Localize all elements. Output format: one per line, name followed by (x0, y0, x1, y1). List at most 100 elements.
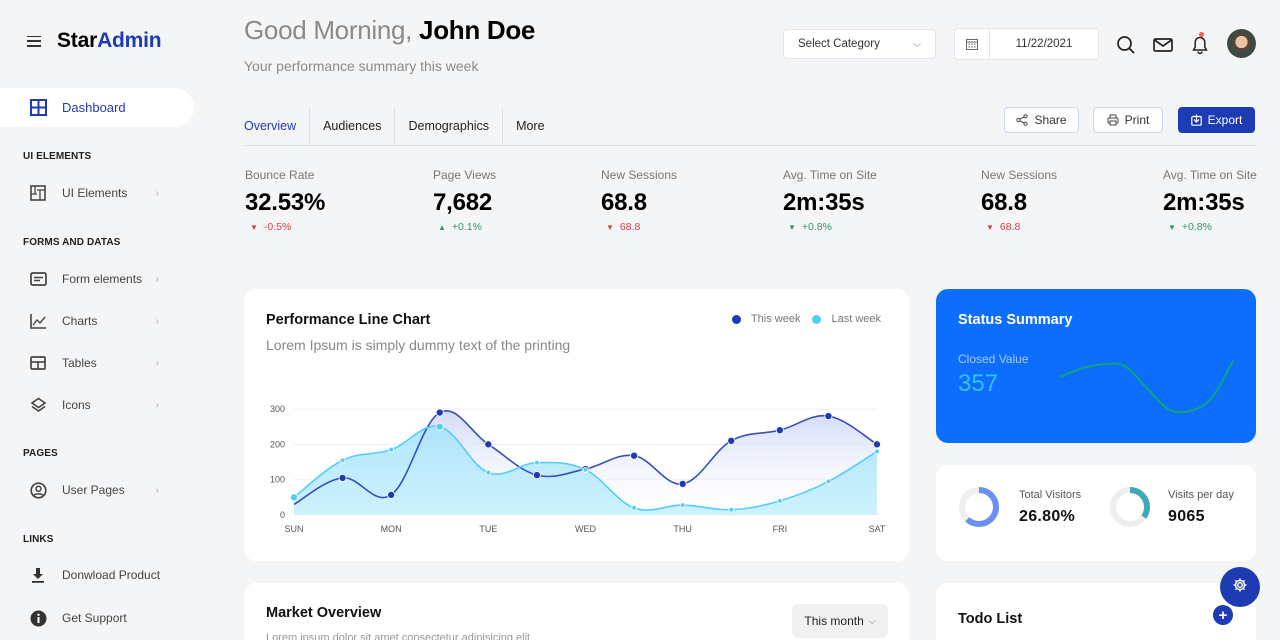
sidebar-item-label: Icons (62, 398, 156, 412)
user-circle-icon (29, 481, 47, 499)
data-point[interactable] (340, 458, 345, 463)
card-subtitle: Lorem ipsum dolor sit amet consectetur a… (266, 632, 530, 640)
sidebar-item-icons[interactable]: Icons › (29, 393, 179, 417)
tab-audiences[interactable]: Audiences (310, 107, 395, 145)
data-point[interactable] (389, 447, 394, 452)
section-title-pages: PAGES (23, 448, 58, 459)
tab-more[interactable]: More (503, 107, 557, 145)
data-point[interactable] (535, 460, 540, 465)
sidebar-item-label: Tables (62, 356, 156, 370)
tab-overview[interactable]: Overview (244, 107, 310, 145)
chevron-down-icon: ⌵ (869, 616, 876, 627)
info-icon (29, 609, 47, 627)
data-point[interactable] (777, 498, 782, 503)
add-todo-button[interactable]: + (1213, 605, 1233, 625)
export-button[interactable]: Export (1178, 107, 1255, 133)
gear-icon (1232, 577, 1248, 598)
x-tick-label: SUN (284, 524, 303, 534)
section-title-forms: FORMS AND DATAS (23, 237, 120, 248)
market-overview-card: Market Overview Lorem ipsum dolor sit am… (244, 583, 909, 640)
tab-demographics[interactable]: Demographics (395, 107, 503, 145)
sidebar-item-label: Donwload Product (62, 568, 179, 582)
visits-per-day: Visits per day 9065 (1168, 489, 1234, 526)
data-point[interactable] (630, 452, 637, 459)
printer-icon (1107, 114, 1119, 126)
bell-icon[interactable] (1190, 35, 1210, 55)
chevron-right-icon: › (156, 188, 159, 199)
chevron-right-icon: › (156, 274, 159, 285)
sidebar-item-tables[interactable]: Tables › (29, 351, 179, 375)
sidebar-item-user-pages[interactable]: User Pages › (29, 478, 179, 502)
sidebar-item-charts[interactable]: Charts › (29, 309, 179, 333)
data-point[interactable] (290, 494, 297, 501)
calendar-icon[interactable] (955, 29, 990, 59)
data-point[interactable] (776, 427, 783, 434)
period-dropdown[interactable]: This month ⌵ (792, 604, 888, 638)
search-icon[interactable] (1116, 35, 1136, 55)
performance-line-chart: 0100200300SUNMONTUEWEDTHUFRISAT (244, 289, 909, 561)
chevron-right-icon: › (156, 400, 159, 411)
settings-fab[interactable] (1220, 567, 1260, 607)
x-tick-label: WED (575, 524, 596, 534)
share-icon (1016, 114, 1028, 126)
visitors-card: Total Visitors 26.80% Visits per day 906… (936, 465, 1256, 561)
sidebar-item-label: Form elements (62, 272, 156, 286)
data-point[interactable] (875, 449, 880, 454)
sidebar-item-label: Dashboard (62, 100, 126, 115)
data-point[interactable] (485, 441, 492, 448)
caret-down-icon: ▼ (606, 223, 614, 232)
data-point[interactable] (873, 441, 880, 448)
data-point[interactable] (825, 412, 832, 419)
chevron-down-icon: ⌵ (913, 39, 921, 50)
page-subtitle: Your performance summary this week (244, 58, 478, 74)
y-tick-label: 200 (270, 439, 285, 449)
menu-toggle-icon[interactable] (27, 36, 41, 47)
sidebar-item-download-product[interactable]: Donwload Product (29, 563, 179, 587)
data-point[interactable] (583, 467, 588, 472)
date-input[interactable]: 11/22/2021 (990, 38, 1098, 50)
caret-down-icon: ▼ (1168, 223, 1176, 232)
download-icon (29, 566, 47, 584)
sidebar-item-dashboard[interactable]: Dashboard (0, 88, 194, 127)
date-picker[interactable]: 11/22/2021 (954, 28, 1099, 60)
data-point[interactable] (436, 423, 443, 430)
caret-up-icon: ▲ (438, 223, 446, 232)
export-icon (1191, 114, 1202, 126)
card-title: Market Overview (266, 605, 381, 621)
data-point[interactable] (632, 506, 637, 511)
share-button[interactable]: Share (1004, 107, 1079, 133)
layers-icon (29, 396, 47, 414)
performance-chart-card: Performance Line Chart Lorem Ipsum is si… (244, 289, 909, 561)
notification-badge (1199, 32, 1204, 37)
tab-bar: Overview Audiences Demographics More (244, 107, 558, 145)
x-tick-label: TUE (479, 524, 497, 534)
data-point[interactable] (339, 474, 346, 481)
stat-new-sessions-2: New Sessions 68.8 ▼68.8 (981, 168, 1057, 233)
chevron-right-icon: › (156, 358, 159, 369)
sidebar: StarAdmin Dashboard UI ELEMENTS UI Eleme… (0, 0, 220, 640)
logo[interactable]: StarAdmin (57, 29, 161, 53)
mail-icon[interactable] (1153, 35, 1173, 55)
section-title-ui-elements: UI ELEMENTS (23, 151, 91, 162)
data-point[interactable] (826, 479, 831, 484)
avatar[interactable] (1227, 29, 1256, 58)
sidebar-item-ui-elements[interactable]: UI Elements › (29, 181, 179, 205)
category-select[interactable]: Select Category ⌵ (783, 29, 936, 59)
data-point[interactable] (388, 491, 395, 498)
y-tick-label: 0 (280, 510, 285, 520)
data-point[interactable] (679, 480, 686, 487)
data-point[interactable] (533, 471, 540, 478)
caret-down-icon: ▼ (250, 223, 258, 232)
data-point[interactable] (486, 470, 491, 475)
sidebar-item-get-support[interactable]: Get Support (29, 606, 179, 630)
stat-avg-time-2: Avg. Time on Site 2m:35s ▼+0.8% (1163, 168, 1257, 233)
user-name: John Doe (419, 15, 535, 45)
data-point[interactable] (728, 437, 735, 444)
caret-down-icon: ▼ (986, 223, 994, 232)
chevron-right-icon: › (156, 316, 159, 327)
data-point[interactable] (729, 507, 734, 512)
data-point[interactable] (436, 409, 443, 416)
print-button[interactable]: Print (1093, 107, 1163, 133)
data-point[interactable] (680, 503, 685, 508)
sidebar-item-form-elements[interactable]: Form elements › (29, 267, 179, 291)
